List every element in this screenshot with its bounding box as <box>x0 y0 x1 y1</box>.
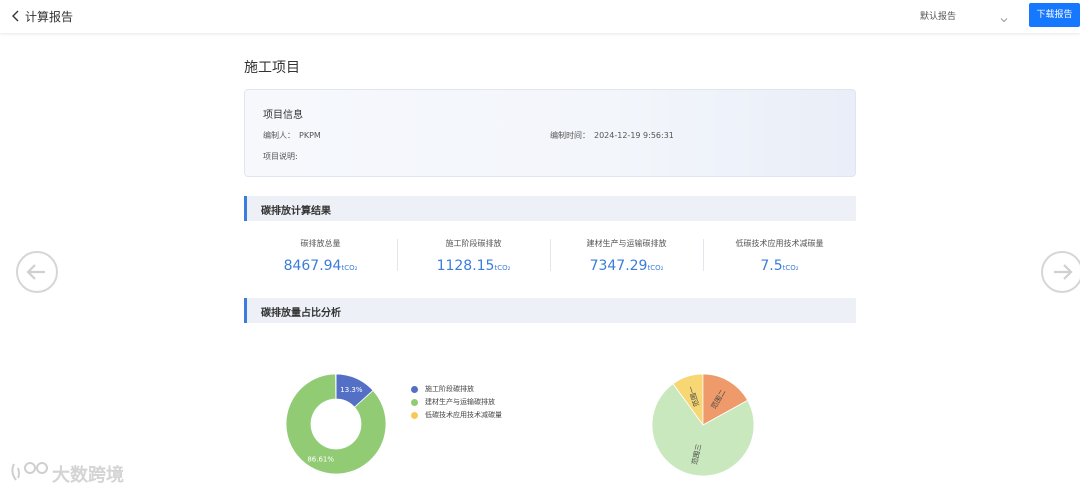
scope-pie-chart: 范围一 范围二范围三 <box>651 373 755 477</box>
time-row: 编制时间： 2024-12-19 9:56:31 <box>550 130 674 141</box>
pie-data-label: 13.3% <box>340 386 363 394</box>
stats-row: 碳排放总量 8467.94tCO₂ 施工阶段碳排放 1128.15tCO₂ 建材… <box>244 234 856 274</box>
stat-value: 7347.29tCO₂ <box>589 258 664 274</box>
project-title: 施工项目 <box>244 60 300 76</box>
analysis-section-title: 碳排放量占比分析 <box>261 308 341 319</box>
stat-label: 低碳技术应用技术减碳量 <box>735 239 824 248</box>
logo-icon <box>11 462 48 481</box>
info-heading: 项目信息 <box>263 110 303 121</box>
results-section-title: 碳排放计算结果 <box>261 206 331 217</box>
stat-label: 施工阶段碳排放 <box>445 239 502 248</box>
stat-construction: 施工阶段碳排放 1128.15tCO₂ <box>397 234 550 274</box>
stat-value: 1128.15tCO₂ <box>436 258 511 274</box>
arrow-right-circle-icon[interactable] <box>1041 251 1080 293</box>
stat-value: 7.5tCO₂ <box>760 258 799 274</box>
top-bar: 计算报告 默认报告 下载报告 <box>0 0 1080 33</box>
legend-dot <box>411 412 418 419</box>
watermark: 大数跨境 <box>8 458 148 488</box>
watermark-text: 大数跨境 <box>52 465 124 486</box>
time-value: 2024-12-19 9:56:31 <box>594 131 674 140</box>
analysis-section-header: 碳排放量占比分析 <box>244 298 856 323</box>
legend-dot <box>411 386 418 393</box>
back-icon[interactable] <box>10 8 22 24</box>
legend-dot <box>411 399 418 406</box>
carbon-share-donut-chart: 13.3% 86.61% <box>285 373 387 475</box>
legend-label: 建材生产与运输碳排放 <box>425 398 495 406</box>
stat-materials: 建材生产与运输碳排放 7347.29tCO₂ <box>550 234 703 274</box>
author-value: PKPM <box>299 131 321 140</box>
report-select[interactable]: 默认报告 <box>913 6 1013 26</box>
arrow-left-circle-icon[interactable] <box>16 251 58 293</box>
page-title[interactable]: 计算报告 <box>25 8 73 25</box>
author-row: 编制人： PKPM <box>263 130 321 141</box>
time-label: 编制时间： <box>550 131 590 140</box>
stat-value: 8467.94tCO₂ <box>283 258 358 274</box>
legend-label: 低碳技术应用技术减碳量 <box>425 411 502 419</box>
description-label: 项目说明: <box>263 152 298 161</box>
stat-total: 碳排放总量 8467.94tCO₂ <box>244 234 397 274</box>
stat-reduction: 低碳技术应用技术减碳量 7.5tCO₂ <box>703 234 856 274</box>
legend-label: 施工阶段碳排放 <box>425 385 474 393</box>
author-label: 编制人： <box>263 131 295 140</box>
stat-label: 建材生产与运输碳排放 <box>586 239 667 248</box>
pie-data-label: 86.61% <box>307 455 334 463</box>
project-info-card: 项目信息 编制人： PKPM 编制时间： 2024-12-19 9:56:31 项目… <box>244 89 856 177</box>
download-report-button[interactable]: 下载报告 <box>1029 3 1080 27</box>
stat-label: 碳排放总量 <box>300 239 341 248</box>
report-select-value: 默认报告 <box>920 12 957 22</box>
chevron-down-icon <box>999 10 1009 29</box>
results-section-header: 碳排放计算结果 <box>244 196 856 221</box>
